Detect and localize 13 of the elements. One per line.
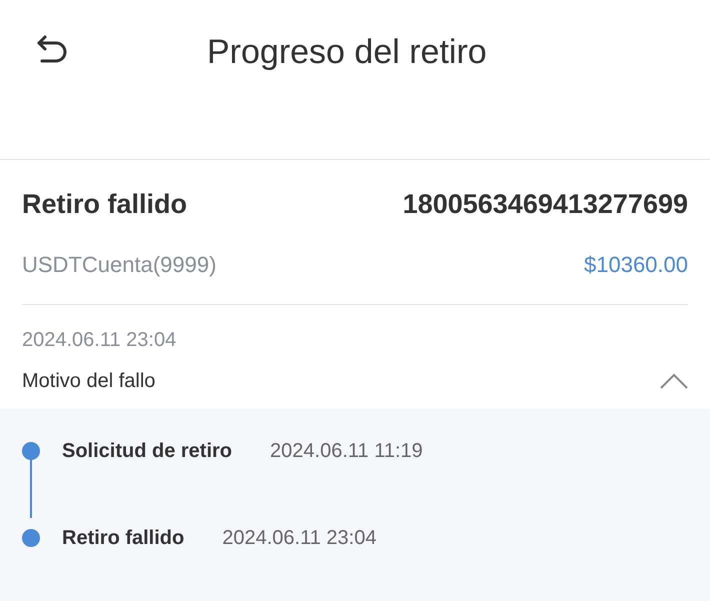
failure-reason-label: Motivo del fallo bbox=[22, 369, 156, 394]
amount-text: $10360.00 bbox=[584, 250, 688, 278]
timeline-time: 2024.06.11 23:04 bbox=[222, 526, 376, 551]
page-title: Progreso del retiro bbox=[207, 32, 487, 73]
order-number: 1800563469413277699 bbox=[402, 188, 688, 221]
chevron-up-icon[interactable] bbox=[660, 373, 688, 389]
date-text: 2024.06.11 23:04 bbox=[22, 328, 176, 353]
timeline-step: Retiro fallido bbox=[62, 523, 184, 553]
timeline-time: 2024.06.11 11:19 bbox=[270, 439, 423, 464]
timeline-step: Solicitud de retiro bbox=[62, 436, 232, 466]
status-text: Retiro fallido bbox=[22, 188, 188, 221]
timeline-line bbox=[30, 460, 32, 518]
account-text: USDTCuenta(9999) bbox=[22, 250, 216, 278]
